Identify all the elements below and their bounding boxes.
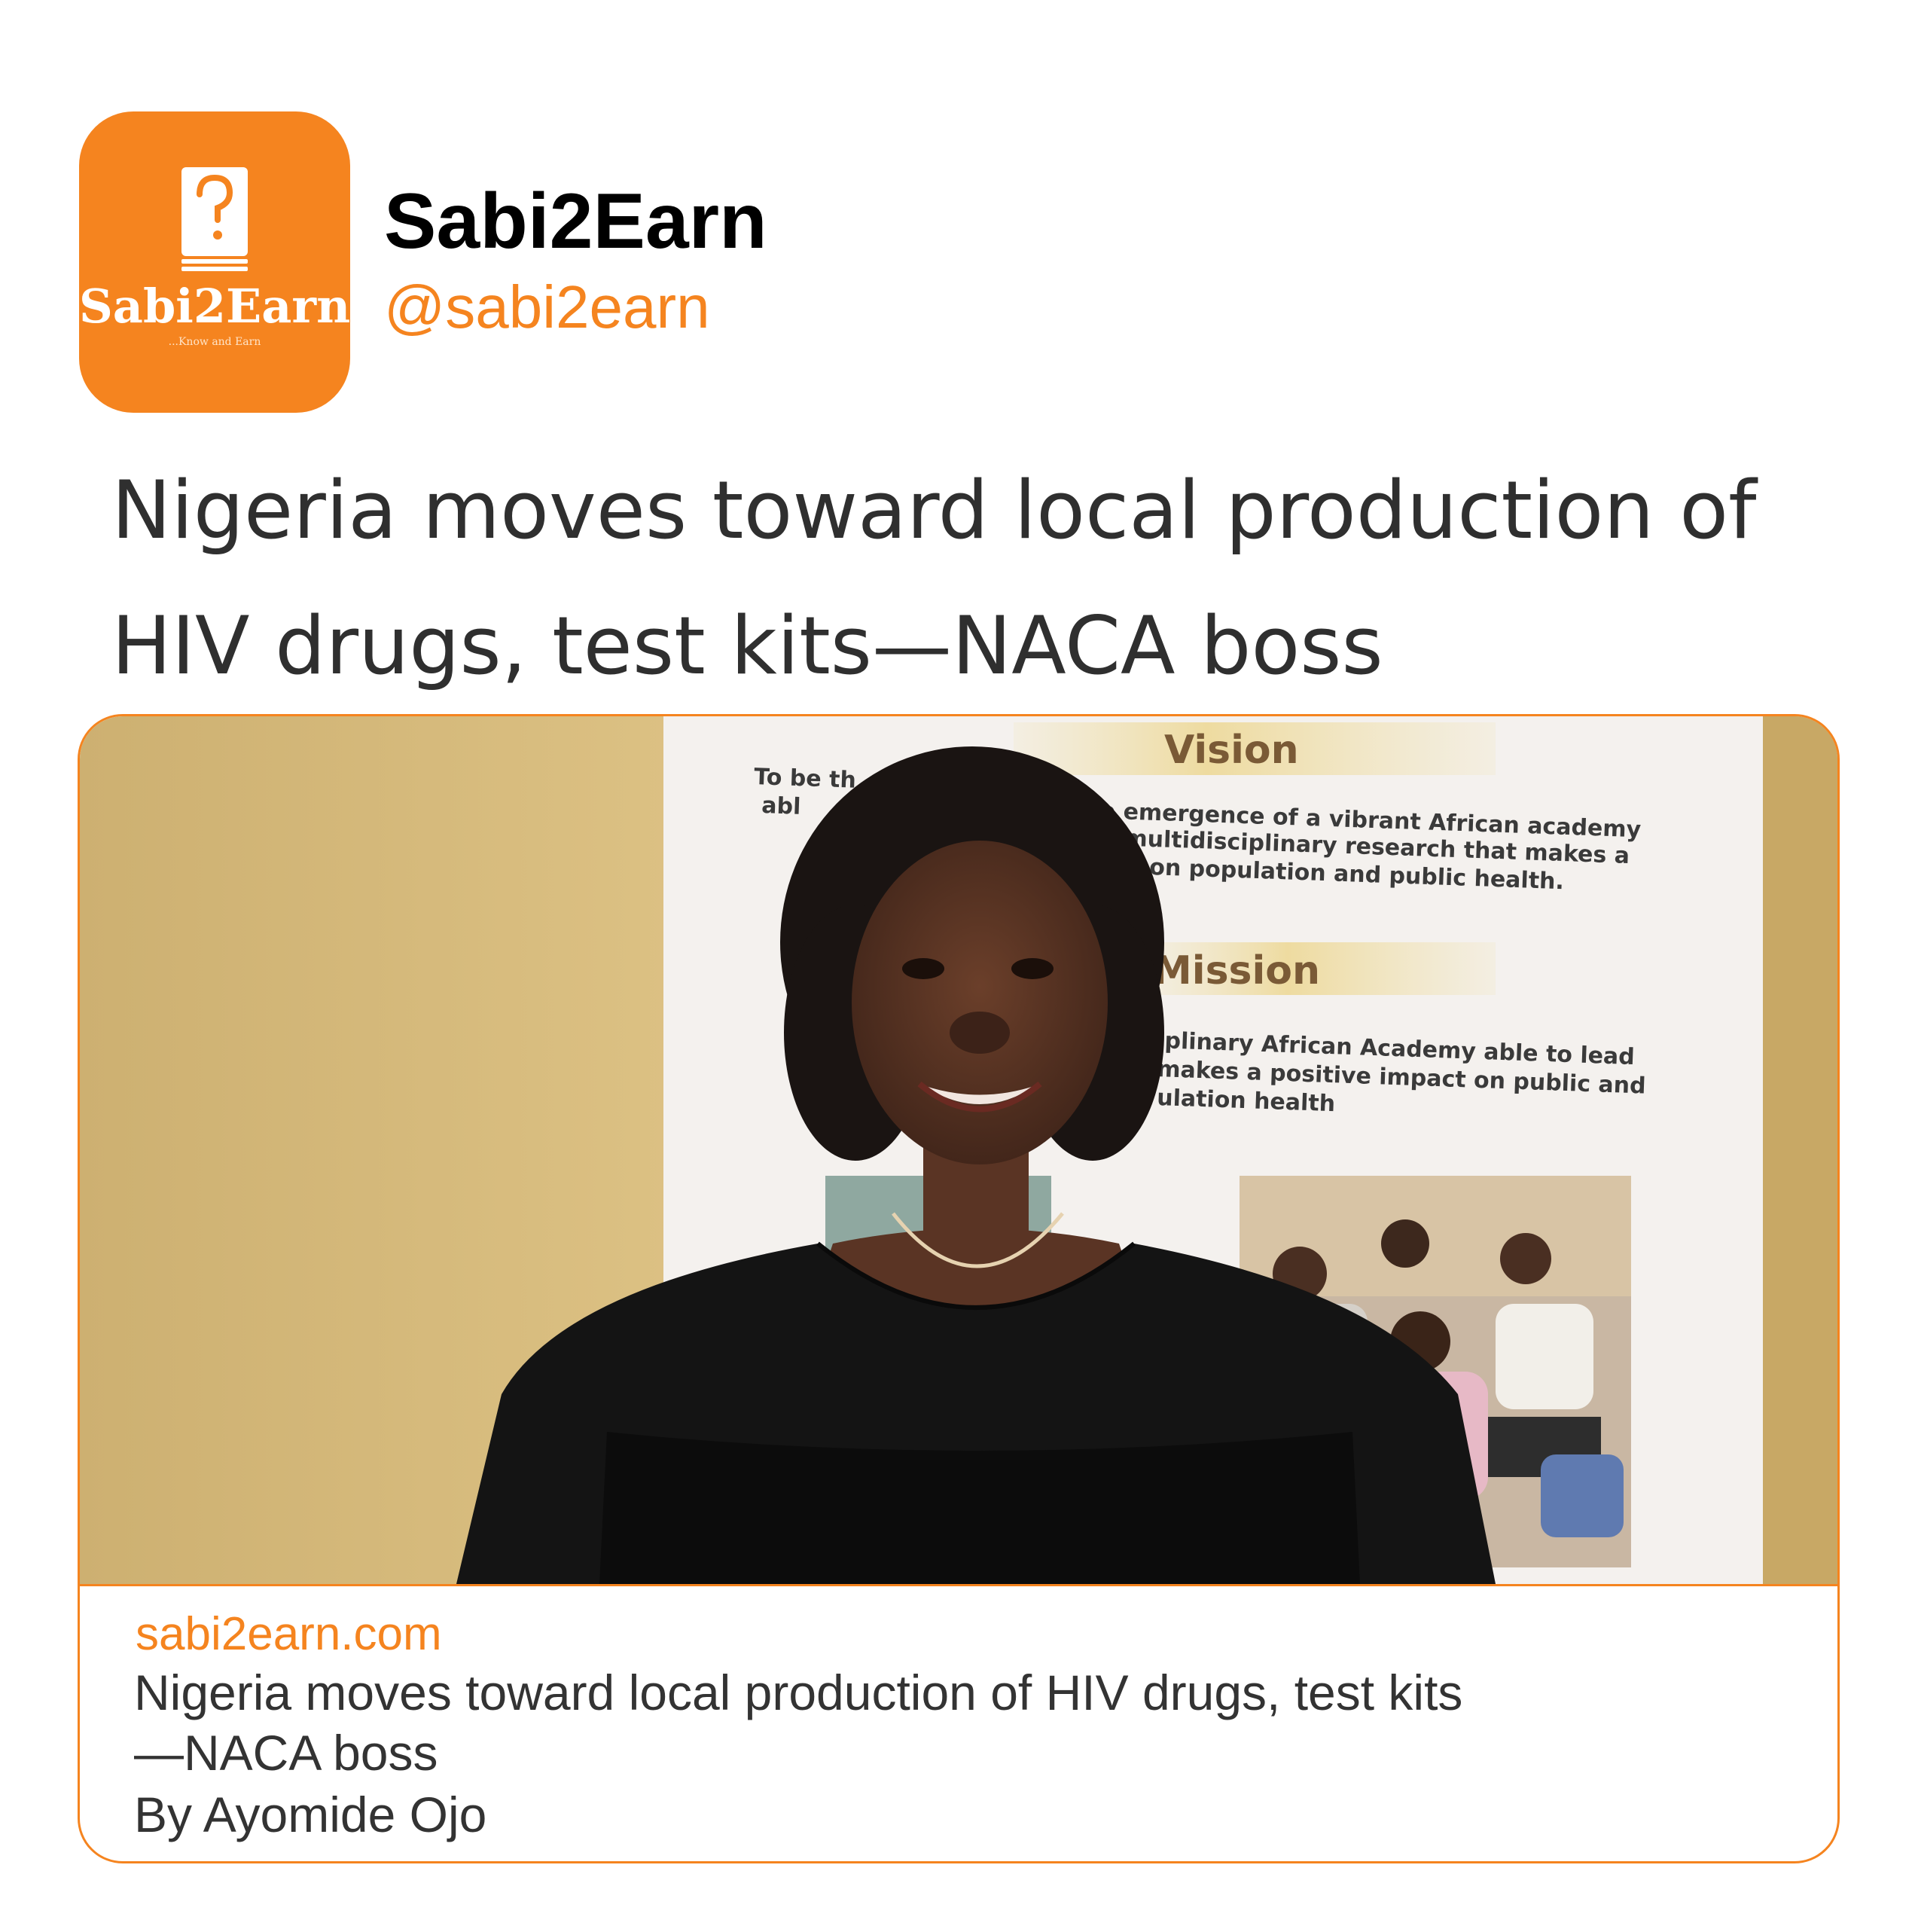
profile-avatar[interactable]: Sabi2Earn ...Know and Earn [79, 111, 350, 413]
card-title[interactable]: Nigeria moves toward local production of… [134, 1662, 1715, 1783]
link-preview-card[interactable]: Vision To be th for the emergence of a v… [78, 714, 1840, 1863]
poster-mission-heading: Mission [1153, 948, 1320, 993]
post-headline: Nigeria moves toward local production of… [111, 464, 1757, 692]
profile-name[interactable]: Sabi2Earn [384, 182, 767, 261]
poster-vision-line-3: abl [761, 792, 801, 820]
poster-vision-heading: Vision [1164, 728, 1299, 773]
avatar-logo-text: Sabi2Earn [79, 279, 350, 334]
poster-vision-line-1: To be th [754, 764, 857, 794]
article-photo: Vision To be th for the emergence of a v… [80, 716, 1837, 1586]
avatar-logo-tagline: ...Know and Earn [168, 336, 261, 348]
profile-handle[interactable]: @sabi2earn [384, 277, 710, 337]
card-author: By Ayomide Ojo [134, 1787, 487, 1842]
card-domain[interactable]: sabi2earn.com [136, 1607, 442, 1662]
book-question-icon [181, 167, 248, 271]
